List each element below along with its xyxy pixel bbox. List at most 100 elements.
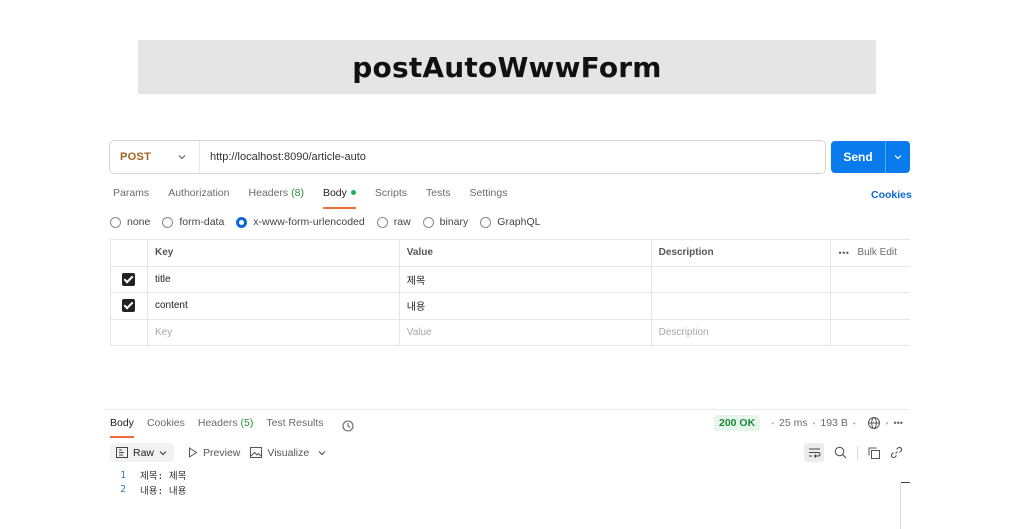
- separator-dot: •: [771, 418, 774, 428]
- new-row-checkbox-cell: [110, 318, 148, 346]
- tab-scripts[interactable]: Scripts: [375, 187, 407, 207]
- response-body[interactable]: 1 제목: 제목 2 내용: 내용: [110, 468, 186, 497]
- radio-form-data[interactable]: form-data: [162, 216, 224, 228]
- radio-raw[interactable]: raw: [376, 216, 411, 228]
- line-number: 2: [120, 484, 126, 496]
- body-indicator-dot: [350, 189, 356, 195]
- bulk-edit-cell: ••• Bulk Edit: [830, 239, 910, 267]
- radio-circle[interactable]: [422, 216, 434, 228]
- line-text: 제목: 제목: [140, 471, 187, 483]
- raw-format-icon: [116, 447, 128, 458]
- radio-none[interactable]: none: [110, 216, 150, 228]
- wrap-lines-icon: [808, 448, 821, 458]
- method-select[interactable]: POST: [110, 141, 200, 173]
- response-toolbar: Raw Preview Visualize: [110, 443, 337, 462]
- headers-count: (8): [291, 187, 304, 199]
- row-description[interactable]: [650, 265, 832, 293]
- radio-x-www-form-urlencoded[interactable]: x-www-form-urlencoded: [236, 216, 365, 228]
- link-icon[interactable]: [890, 446, 903, 459]
- resp-headers-count: (5): [240, 417, 254, 429]
- copy-icon[interactable]: [868, 447, 880, 459]
- send-label: Send: [843, 150, 873, 164]
- response-tabs: Body Cookies Headers (5) Test Results: [110, 417, 355, 438]
- response-right-tools: [804, 443, 913, 462]
- row-description[interactable]: [650, 292, 832, 320]
- radio-graphql[interactable]: GraphQL: [480, 216, 540, 228]
- scrollbar-marker: [900, 482, 910, 483]
- method-label: POST: [120, 151, 152, 163]
- request-tabs: Params Authorization Headers (8) Body Sc…: [113, 187, 526, 209]
- radio-circle[interactable]: [110, 216, 121, 228]
- row-value[interactable]: 제목: [398, 265, 652, 293]
- radio-circle[interactable]: [376, 216, 388, 228]
- row-value[interactable]: 내용: [398, 292, 652, 320]
- header-description: Description: [650, 239, 832, 267]
- code-line: 1 제목: 제목: [110, 468, 186, 483]
- resp-tab-cookies[interactable]: Cookies: [147, 417, 185, 435]
- tab-authorization[interactable]: Authorization: [168, 187, 229, 207]
- chevron-down-icon: [178, 155, 186, 160]
- radio-circle-selected[interactable]: [236, 216, 248, 228]
- format-select[interactable]: Raw: [110, 443, 175, 462]
- wrap-lines-button[interactable]: [804, 443, 824, 462]
- banner-title: postAutoWwwForm: [352, 50, 662, 84]
- row-empty-cell: [830, 292, 910, 320]
- new-key-input[interactable]: Key: [146, 318, 400, 346]
- row-checkbox[interactable]: [122, 299, 136, 313]
- line-number: 1: [120, 469, 126, 481]
- resp-tab-headers[interactable]: Headers (5): [198, 417, 253, 435]
- response-time[interactable]: 25 ms: [779, 417, 808, 429]
- header-value: Value: [398, 239, 652, 267]
- tab-params[interactable]: Params: [113, 187, 149, 207]
- status-badge[interactable]: 200 OK: [714, 415, 761, 431]
- tab-settings[interactable]: Settings: [470, 187, 508, 207]
- separator-dot: •: [852, 418, 856, 428]
- chevron-down-icon: [894, 155, 902, 160]
- separator-dot: •: [885, 418, 889, 428]
- resp-tab-test-results[interactable]: Test Results: [266, 417, 323, 435]
- tab-headers[interactable]: Headers (8): [248, 187, 303, 207]
- resp-tab-body[interactable]: Body: [110, 417, 134, 438]
- scrollbar-track[interactable]: [900, 482, 901, 529]
- tab-tests[interactable]: Tests: [426, 187, 451, 207]
- more-icon[interactable]: •••: [893, 418, 902, 428]
- row-key[interactable]: title: [146, 265, 400, 293]
- toolbar-separator: [857, 445, 858, 460]
- header-key: Key: [146, 239, 400, 267]
- new-description-input[interactable]: Description: [650, 318, 832, 346]
- image-icon: [250, 447, 263, 458]
- new-value-input[interactable]: Value: [398, 318, 652, 346]
- format-label: Raw: [133, 446, 155, 459]
- radio-circle[interactable]: [480, 216, 492, 228]
- cookies-link[interactable]: Cookies: [871, 189, 912, 201]
- url-input[interactable]: http://localhost:8090/article-auto: [200, 151, 366, 163]
- more-icon[interactable]: •••: [838, 248, 849, 258]
- chevron-down-icon[interactable]: [317, 448, 327, 458]
- row-checkbox[interactable]: [122, 272, 136, 286]
- send-button[interactable]: Send: [831, 141, 910, 173]
- table-row: title 제목: [110, 265, 910, 293]
- preview-button[interactable]: Preview: [188, 447, 240, 459]
- history-icon[interactable]: [341, 419, 355, 433]
- separator-dot: •: [812, 418, 816, 428]
- table-row: content 내용: [110, 292, 910, 320]
- tab-body[interactable]: Body: [322, 187, 356, 209]
- search-icon[interactable]: [834, 446, 847, 459]
- response-size[interactable]: 193 B: [820, 417, 847, 429]
- table-header-row: Key Value Description ••• Bulk Edit: [110, 239, 910, 267]
- radio-circle[interactable]: [162, 216, 174, 228]
- table-row-new: Key Value Description: [110, 318, 910, 346]
- url-bar: POST http://localhost:8090/article-auto: [109, 140, 826, 174]
- code-line: 2 내용: 내용: [110, 483, 186, 498]
- line-text: 내용: 내용: [140, 485, 187, 497]
- visualize-button[interactable]: Visualize: [250, 447, 327, 459]
- body-type-options: none form-data x-www-form-urlencoded raw…: [110, 216, 552, 228]
- params-table: Key Value Description ••• Bulk Edit titl…: [110, 239, 910, 346]
- chevron-down-icon: [159, 450, 167, 455]
- bulk-edit-link[interactable]: Bulk Edit: [857, 247, 896, 258]
- row-empty-cell: [830, 265, 910, 293]
- radio-binary[interactable]: binary: [422, 216, 468, 228]
- row-key[interactable]: content: [146, 292, 400, 320]
- globe-icon[interactable]: [867, 416, 881, 430]
- send-options-button[interactable]: [886, 152, 910, 162]
